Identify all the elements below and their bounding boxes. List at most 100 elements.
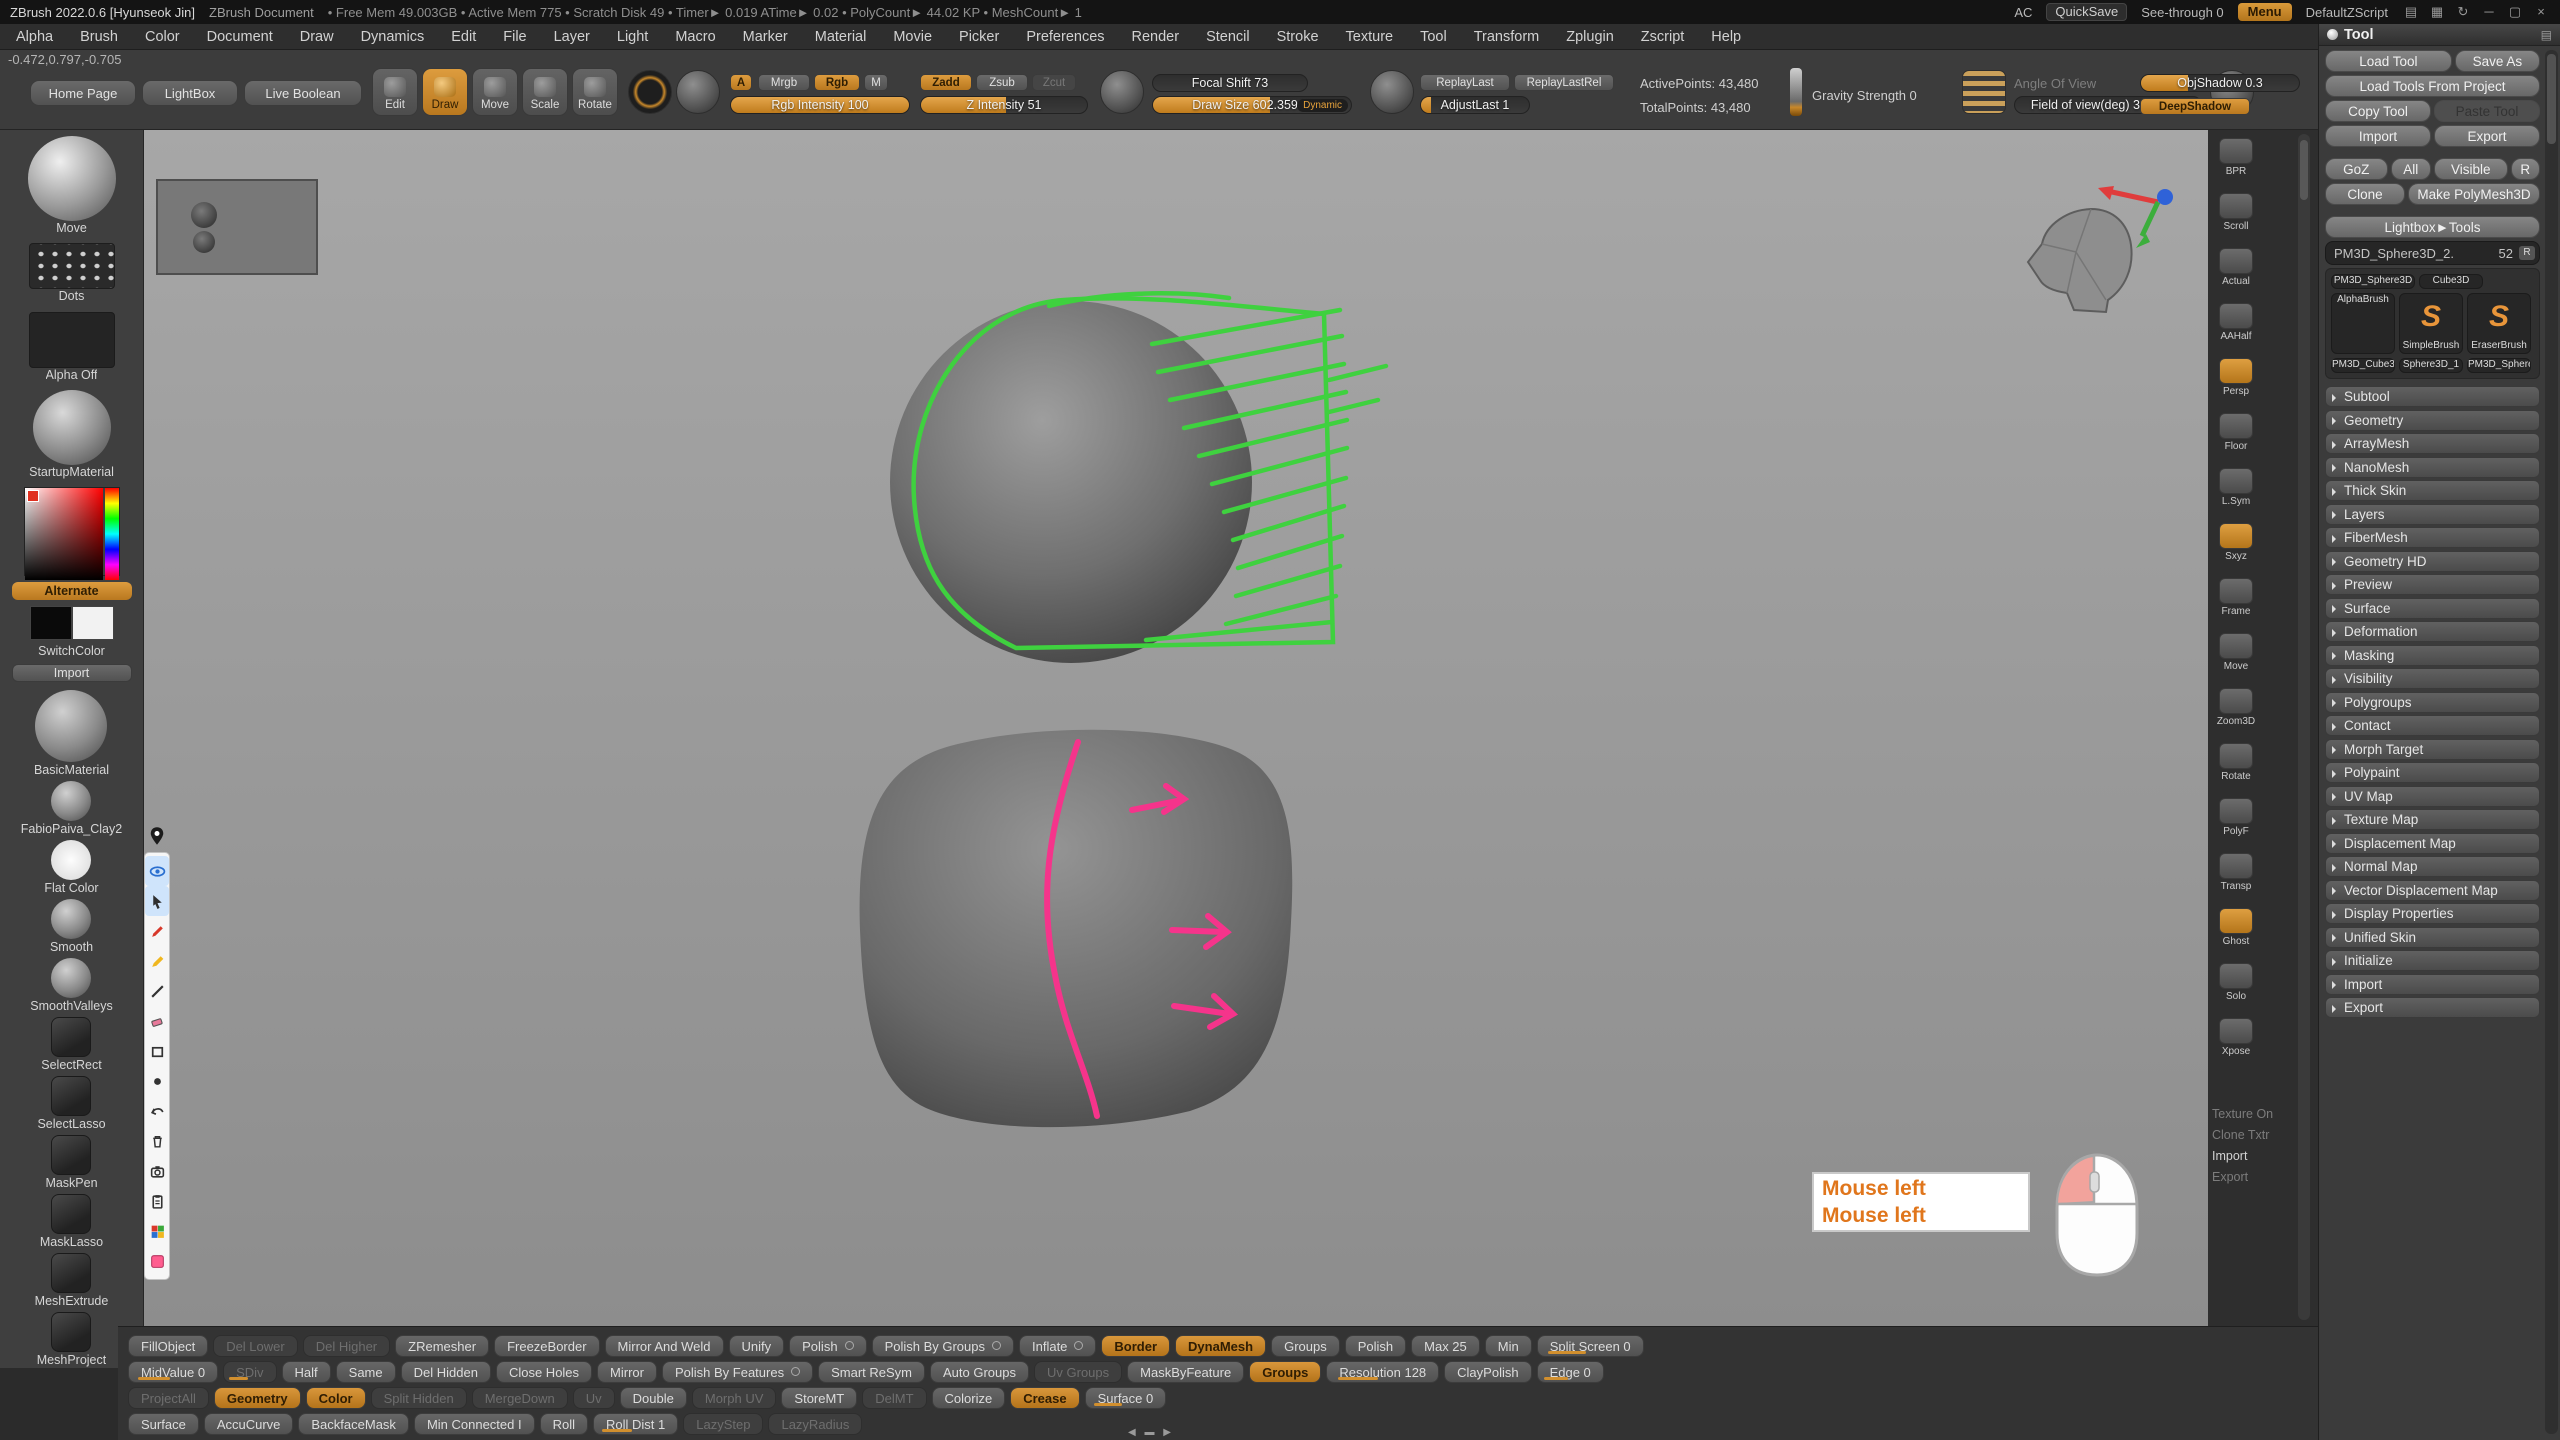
brush-preview-icon[interactable] [628,70,672,114]
tray-button[interactable]: Same [336,1361,396,1383]
main-color-swatch[interactable] [30,606,72,640]
tray-button[interactable]: Geometry [214,1387,301,1409]
lightbox-button[interactable]: LightBox [142,80,238,106]
color-picker[interactable] [24,487,120,576]
menu-item[interactable]: Zscript [1641,29,1685,45]
tray-button[interactable]: Polish By Groups [872,1335,1014,1357]
right-shelf-button[interactable]: BPR [2208,130,2264,185]
highlighter-icon[interactable] [145,946,169,976]
document-canvas[interactable] [144,130,2208,1326]
subpalette-header[interactable]: Thick Skin [2325,480,2540,501]
right-shelf-button[interactable]: PolyF [2208,790,2264,845]
tool-thumbnail[interactable]: PM3D_Cube3D [2331,358,2395,373]
menu-item[interactable]: Movie [893,29,932,45]
tray-button[interactable]: Split Screen 0 [1537,1335,1644,1357]
current-material-thumbnail[interactable] [33,390,111,465]
menu-button[interactable]: Menu [2238,3,2292,21]
subpalette-header[interactable]: Unified Skin [2325,927,2540,948]
tool-thumbnail[interactable]: S EraserBrush [2467,293,2531,354]
tray-button[interactable]: Close Holes [496,1361,592,1383]
adjust-last-slider[interactable]: AdjustLast 1 [1420,96,1530,114]
menu-item[interactable]: Tool [1420,29,1447,45]
menu-item[interactable]: Texture [1346,29,1394,45]
right-shelf-button[interactable]: Persp [2208,350,2264,405]
menu-item[interactable]: Help [1711,29,1741,45]
replay-icon[interactable] [1370,70,1414,114]
goz-r-button[interactable]: R [2511,158,2541,180]
move-button[interactable]: Move [472,68,518,116]
menu-item[interactable]: Alpha [16,29,53,45]
panel-scrollbar[interactable] [2545,50,2558,1434]
menu-item[interactable]: Edit [451,29,476,45]
current-tool-slot[interactable]: PM3D_Sphere3D_2. 52 R [2325,241,2540,265]
tray-button[interactable]: Smart ReSym [818,1361,925,1383]
tray-button[interactable]: Unify [729,1335,785,1357]
tray-button[interactable]: Mirror And Weld [605,1335,724,1357]
rotate-button[interactable]: Rotate [572,68,618,116]
tool-thumbnail[interactable]: PM3D_Sphere3D [2331,274,2415,289]
sidebar-item[interactable]: SelectRect [41,1017,101,1073]
zadd-button[interactable]: Zadd [920,74,972,91]
live-boolean-button[interactable]: Live Boolean [244,80,362,106]
sidebar-item[interactable]: MaskPen [45,1135,97,1191]
maximize-icon[interactable]: ▢ [2506,4,2524,20]
deep-shadow-button[interactable]: DeepShadow [2140,98,2250,115]
right-shelf-button[interactable]: Zoom3D [2208,680,2264,735]
secondary-color-swatch[interactable] [72,606,114,640]
apps-grid-icon[interactable]: ▤ [2402,4,2420,20]
tray-button[interactable]: Polish [789,1335,866,1357]
right-shelf-button[interactable]: Floor [2208,405,2264,460]
focal-shift-icon[interactable] [1100,70,1144,114]
sidebar-item[interactable]: BasicMaterial [34,690,109,778]
current-stroke-thumbnail[interactable] [29,243,115,289]
subpalette-header[interactable]: Masking [2325,645,2540,666]
subpalette-header[interactable]: Visibility [2325,668,2540,689]
zscript-label[interactable]: DefaultZScript [2306,5,2388,20]
tray-button[interactable]: StoreMT [781,1387,857,1409]
m-button[interactable]: M [864,74,888,91]
right-shelf-button[interactable]: AAHalf [2208,295,2264,350]
scale-button[interactable]: Scale [522,68,568,116]
home-page-button[interactable]: Home Page [30,80,136,106]
menu-item[interactable]: Layer [554,29,590,45]
color-palette-icon[interactable] [145,1216,169,1246]
layout-icon[interactable]: ▦ [2428,4,2446,20]
subpalette-header[interactable]: Import [2325,974,2540,995]
dock-icon[interactable]: ▤ [2541,28,2552,42]
subpalette-header[interactable]: Subtool [2325,386,2540,407]
zsub-button[interactable]: Zsub [976,74,1028,91]
subpalette-header[interactable]: Geometry [2325,410,2540,431]
tray-button[interactable]: DynaMesh [1175,1335,1266,1357]
tray-button[interactable]: Auto Groups [930,1361,1029,1383]
current-tool-r[interactable]: R [2519,246,2535,260]
tray-button[interactable]: FreezeBorder [494,1335,599,1357]
right-shelf-button[interactable]: Xpose [2208,1010,2264,1065]
tool-palette-header[interactable]: Tool ▤ [2319,24,2560,46]
alternate-button[interactable]: Alternate [12,582,132,600]
right-shelf-button[interactable]: Sxyz [2208,515,2264,570]
menu-item[interactable]: Stroke [1277,29,1319,45]
dynamic-toggle[interactable]: Dynamic [1297,99,1348,112]
right-shelf-button[interactable]: Rotate [2208,735,2264,790]
sidebar-item[interactable]: MeshExtrude [35,1253,109,1309]
sidebar-item[interactable]: MeshProject [37,1312,106,1368]
import-button[interactable]: Import [2325,125,2431,147]
tray-button[interactable]: Del Hidden [401,1361,491,1383]
draw-button[interactable]: Draw [422,68,468,116]
tray-button[interactable]: LazyStep [683,1413,763,1435]
rgb-intensity-slider[interactable]: Rgb Intensity 100 [730,96,910,114]
tray-button[interactable]: Min [1485,1335,1532,1357]
subpalette-header[interactable]: Layers [2325,504,2540,525]
subpalette-header[interactable]: Surface [2325,598,2540,619]
draw-size-slider[interactable]: Draw Size 602.35998 Dynamic [1152,96,1352,114]
tray-button[interactable]: Surface 0 [1085,1387,1167,1409]
line-tool-icon[interactable] [145,976,169,1006]
focal-shift-slider[interactable]: Focal Shift 73 [1152,74,1308,92]
tray-button[interactable]: Split Hidden [371,1387,467,1409]
menu-item[interactable]: Material [815,29,867,45]
menu-item[interactable]: Transform [1474,29,1540,45]
dot-tool-icon[interactable] [145,1066,169,1096]
tray-button[interactable]: LazyRadius [768,1413,862,1435]
tray-button[interactable]: Uv Groups [1034,1361,1122,1383]
clipboard-icon[interactable] [145,1186,169,1216]
